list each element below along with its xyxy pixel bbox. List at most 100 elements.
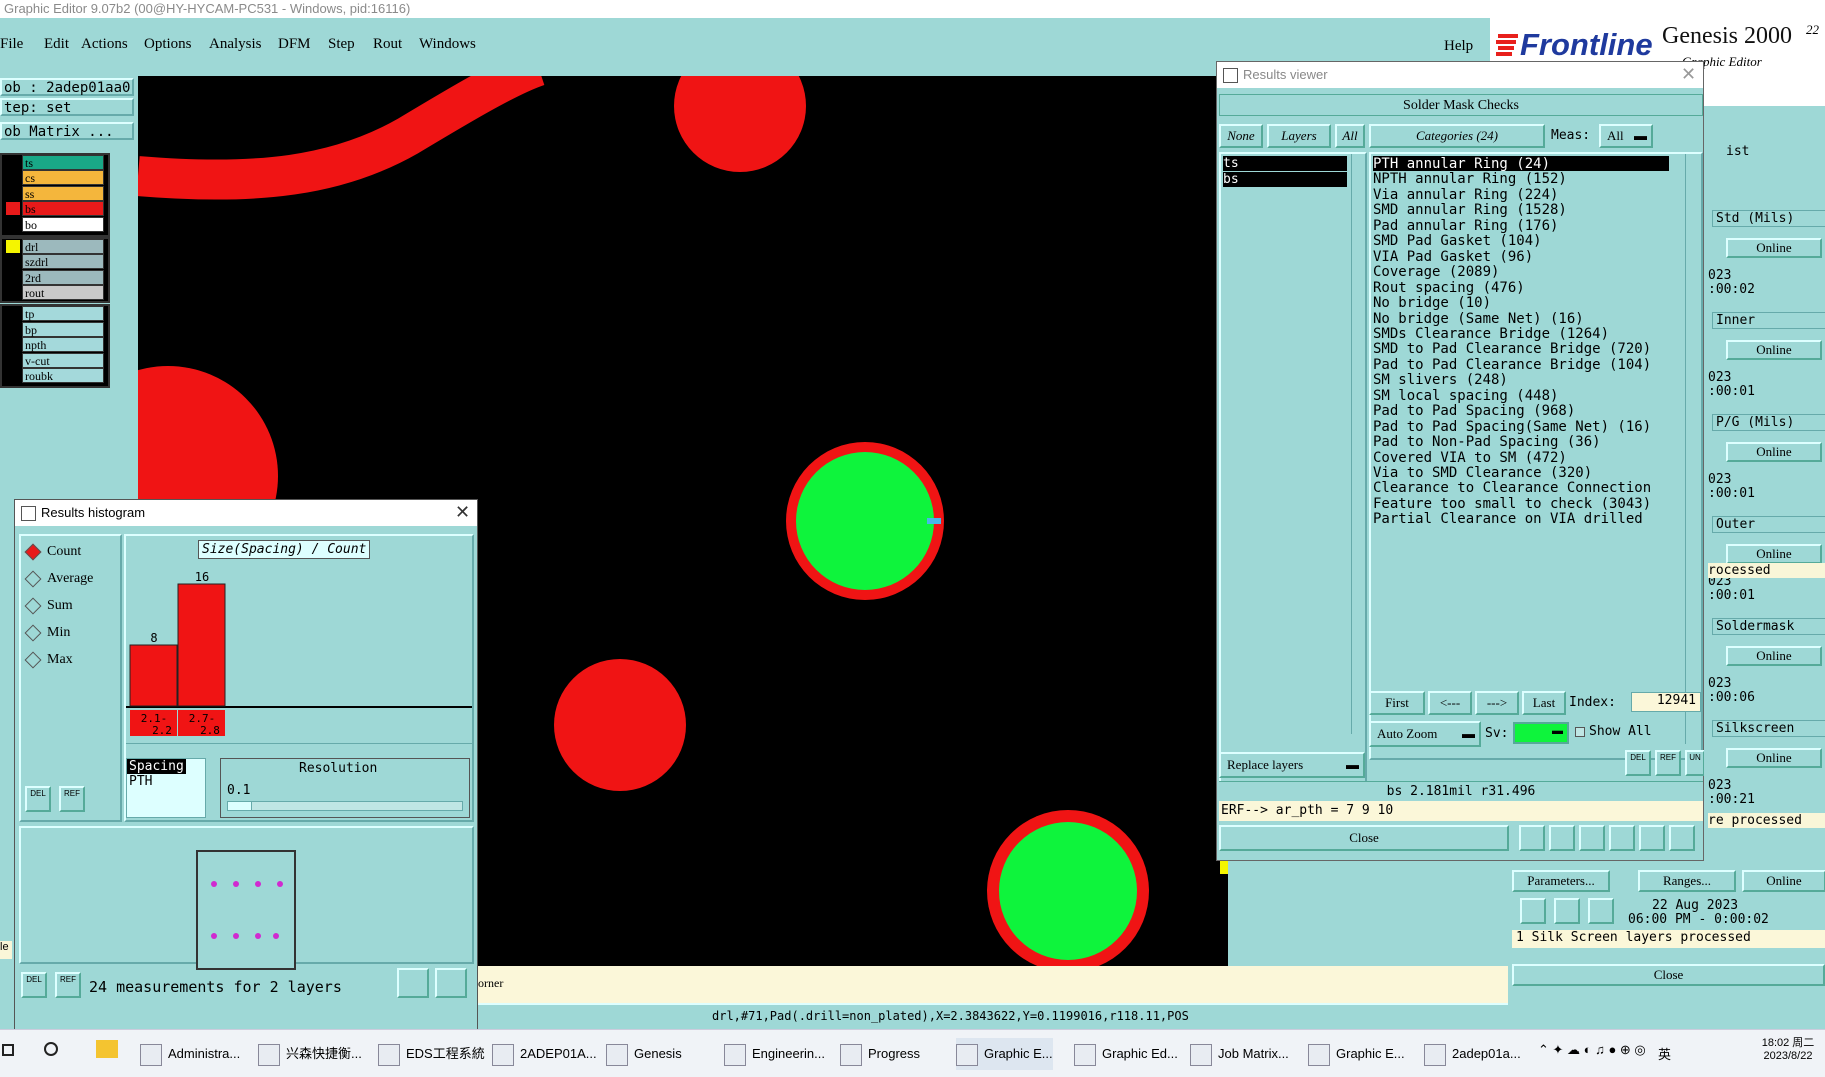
category-item[interactable]: Pad to Pad Spacing(Same Net) (16) <box>1373 419 1651 436</box>
taskbar-app[interactable]: Graphic Ed... <box>1074 1038 1178 1070</box>
menu-help[interactable]: Help <box>1444 38 1473 55</box>
layer-row-bs[interactable]: bs <box>0 201 106 216</box>
tool-icon[interactable] <box>1520 898 1546 924</box>
menu-dfm[interactable]: DFM <box>278 36 311 53</box>
right-close-button[interactable]: Close <box>1512 964 1825 986</box>
step-name-field[interactable]: tep: set <box>0 98 134 116</box>
categories-scrollbar[interactable] <box>1685 154 1699 744</box>
histogram-bar[interactable] <box>129 644 178 707</box>
online-button[interactable]: Online <box>1726 340 1822 360</box>
export-icon[interactable] <box>435 968 467 998</box>
clock[interactable]: 18:02 周二 2023/8/22 <box>1756 1034 1820 1062</box>
layer-row-v-cut[interactable]: v-cut <box>0 353 106 368</box>
layer-row-2rd[interactable]: 2rd <box>0 270 106 285</box>
category-item[interactable]: Pad to Pad Spacing (968) <box>1373 403 1575 420</box>
delete-button[interactable]: DEL <box>1625 750 1651 776</box>
layer-row-cs[interactable]: cs <box>0 170 106 185</box>
parameters-button[interactable]: Parameters... <box>1512 870 1610 892</box>
none-button[interactable]: None <box>1219 124 1263 148</box>
category-item[interactable]: No bridge (10) <box>1373 295 1491 312</box>
histogram-bar[interactable] <box>177 583 226 707</box>
close-icon[interactable]: ✕ <box>1681 64 1696 84</box>
taskbar-app[interactable]: Administra... <box>140 1038 240 1070</box>
index-field[interactable]: 12941 <box>1631 692 1701 712</box>
category-item[interactable]: Via annular Ring (224) <box>1373 187 1558 204</box>
delete-button[interactable]: DEL <box>25 786 51 812</box>
menu-rout[interactable]: Rout <box>373 36 402 53</box>
category-item[interactable]: SMD to Pad Clearance Bridge (720) <box>1373 341 1651 358</box>
all-layers-button[interactable]: All <box>1335 124 1365 148</box>
category-item[interactable]: VIA Pad Gasket (96) <box>1373 249 1533 266</box>
close-button[interactable]: Close <box>1219 825 1509 851</box>
mode-count-radio[interactable]: Count <box>24 543 81 561</box>
taskbar-app[interactable]: Progress <box>840 1038 920 1070</box>
categories-list[interactable]: PTH annular Ring (24) NPTH annular Ring (… <box>1369 152 1703 760</box>
mode-sum-radio[interactable]: Sum <box>24 597 73 615</box>
category-item[interactable]: Coverage (2089) <box>1373 264 1499 281</box>
tool-icon[interactable] <box>1579 825 1605 851</box>
prev-button[interactable]: <--- <box>1428 691 1472 715</box>
category-item[interactable]: SMD Pad Gasket (104) <box>1373 233 1542 250</box>
sv-select[interactable]: ▬ <box>1513 722 1569 744</box>
delete-button[interactable]: DEL <box>21 972 47 998</box>
menu-edit[interactable]: Edit <box>44 36 69 53</box>
show-all-checkbox[interactable] <box>1575 727 1585 737</box>
folder-icon[interactable] <box>96 1040 118 1058</box>
attribute-item[interactable]: PTH <box>127 774 205 789</box>
attribute-list[interactable]: Spacing PTH <box>126 758 206 818</box>
layers-list[interactable]: ts bs <box>1219 152 1367 812</box>
category-item[interactable]: Feature too small to check (3043) <box>1373 496 1651 513</box>
category-item[interactable]: NPTH annular Ring (152) <box>1373 171 1567 188</box>
category-item[interactable]: Via to SMD Clearance (320) <box>1373 465 1592 482</box>
taskbar-app[interactable]: Genesis <box>606 1038 682 1070</box>
online-button[interactable]: Online <box>1742 870 1825 892</box>
chart-icon[interactable] <box>1669 825 1695 851</box>
layer-row-npth[interactable]: npth <box>0 337 106 352</box>
mode-average-radio[interactable]: Average <box>24 570 93 588</box>
replace-layers-select[interactable]: Replace layers ▬ <box>1219 752 1365 778</box>
criteria-label[interactable]: Outer <box>1712 516 1825 533</box>
category-item[interactable]: Rout spacing (476) <box>1373 280 1525 297</box>
layer-row-rout[interactable]: rout <box>0 285 106 300</box>
online-button[interactable]: Online <box>1726 646 1822 666</box>
refresh-button[interactable]: REF <box>1655 750 1681 776</box>
category-item[interactable]: Pad to Non-Pad Spacing (36) <box>1373 434 1601 451</box>
taskbar-app[interactable]: 2ADEP01A... <box>492 1038 597 1070</box>
online-button[interactable]: Online <box>1726 544 1822 564</box>
criteria-label[interactable]: Silkscreen <box>1712 720 1825 737</box>
layer-row-bp[interactable]: bp <box>0 322 106 337</box>
taskbar-app[interactable]: 2adep01a... <box>1424 1038 1521 1070</box>
preview-thumbnail[interactable] <box>196 850 296 970</box>
ime-indicator[interactable]: 英 <box>1658 1044 1671 1063</box>
category-item[interactable]: Partial Clearance on VIA drilled <box>1373 511 1643 528</box>
category-item[interactable]: Covered VIA to SM (472) <box>1373 450 1567 467</box>
criteria-label[interactable]: Soldermask <box>1712 618 1825 635</box>
taskbar-app[interactable]: 兴森快捷衡... <box>258 1038 362 1070</box>
layer-row-ss[interactable]: ss <box>0 186 106 201</box>
report-icon[interactable] <box>397 968 429 998</box>
start-icon[interactable] <box>2 1044 14 1056</box>
category-item[interactable]: SM local spacing (448) <box>1373 388 1558 405</box>
taskbar-app[interactable]: Engineerin... <box>724 1038 825 1070</box>
criteria-label[interactable]: Std (Mils) <box>1712 210 1825 227</box>
refresh-button[interactable]: REF <box>55 972 81 998</box>
category-item[interactable]: SM slivers (248) <box>1373 372 1508 389</box>
job-name-field[interactable]: ob : 2adep01aa0 <box>0 78 134 96</box>
first-button[interactable]: First <box>1369 691 1425 715</box>
layers-scrollbar[interactable] <box>1351 154 1363 734</box>
category-item[interactable]: No bridge (Same Net) (16) <box>1373 311 1584 328</box>
refresh-button[interactable]: REF <box>59 786 85 812</box>
category-item[interactable]: Pad to Pad Clearance Bridge (104) <box>1373 357 1651 374</box>
category-item[interactable]: Pad annular Ring (176) <box>1373 218 1558 235</box>
ranges-button[interactable]: Ranges... <box>1638 870 1736 892</box>
menu-options[interactable]: Options <box>144 36 192 53</box>
layer-row-bo[interactable]: bo <box>0 217 106 232</box>
resolution-slider[interactable] <box>227 801 463 811</box>
category-item[interactable]: Clearance to Clearance Connection <box>1373 480 1651 497</box>
meas-select[interactable]: All ▬ <box>1599 124 1653 148</box>
taskbar-app[interactable]: Graphic E... <box>956 1038 1053 1070</box>
menu-file[interactable]: File <box>0 36 23 53</box>
menu-step[interactable]: Step <box>328 36 355 53</box>
next-button[interactable]: ---> <box>1475 691 1519 715</box>
layers-button[interactable]: Layers <box>1267 124 1331 148</box>
